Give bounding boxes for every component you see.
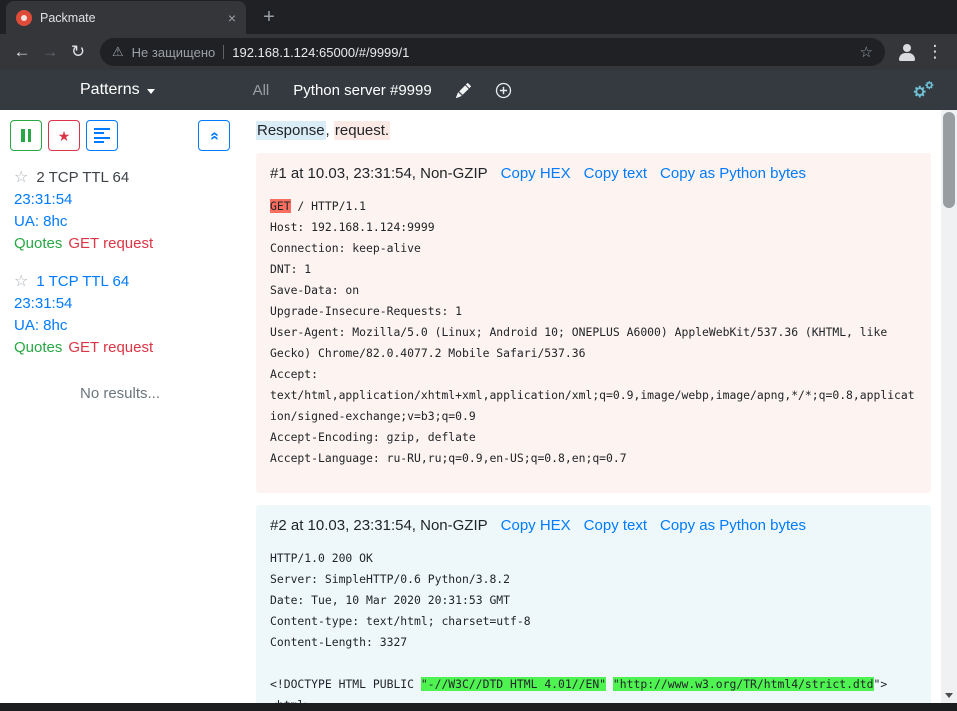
- capture-user-agent-link[interactable]: UA: 8hc: [14, 211, 226, 233]
- not-secure-warning-icon[interactable]: ⚠: [112, 44, 124, 60]
- pause-capture-button[interactable]: [10, 120, 42, 151]
- scrollbar-thumb[interactable]: [943, 112, 955, 208]
- legend: Response, request.: [256, 120, 931, 141]
- favorites-filter-button[interactable]: ★: [48, 120, 80, 151]
- capture-time-link[interactable]: 23:31:54: [14, 293, 226, 315]
- triangle-down-icon: [945, 693, 953, 698]
- browser-window: Packmate × + ← → ↻ ⚠ Не защищено 192.168…: [0, 0, 957, 711]
- no-results-label: No results...: [0, 385, 240, 402]
- tab-all-services[interactable]: All: [253, 82, 270, 99]
- browser-toolbar: ← → ↻ ⚠ Не защищено 192.168.1.124:65000/…: [0, 34, 957, 70]
- add-service-button[interactable]: [495, 82, 512, 99]
- profile-button[interactable]: [893, 38, 921, 66]
- copy-action-link[interactable]: Copy text: [584, 163, 647, 184]
- scroll-down-button[interactable]: [941, 687, 957, 703]
- settings-button[interactable]: [911, 80, 935, 100]
- forward-button[interactable]: →: [36, 38, 64, 66]
- patterns-dropdown[interactable]: Patterns: [80, 81, 155, 99]
- packet-body: HTTP/1.0 200 OK Server: SimpleHTTP/0.6 P…: [270, 548, 919, 703]
- app-navbar: Patterns All Python server #9999: [0, 70, 957, 110]
- capture-list-item[interactable]: ☆ 1 TCP TTL 6423:31:54UA: 8hc Quotes GET re…: [14, 271, 226, 359]
- copy-action-link[interactable]: Copy HEX: [501, 163, 571, 184]
- content-area: ★ » ☆2 TCP TTL 6423:31:54UA: 8hcQuotesGE…: [0, 110, 957, 703]
- settings-gears-icon: [911, 80, 935, 100]
- url-text[interactable]: 192.168.1.124:65000/#/9999/1: [232, 45, 851, 60]
- pause-icon: [21, 129, 31, 142]
- packet-head: #1 at 10.03, 23:31:54, Non-GZIP Copy HEX C…: [270, 163, 919, 184]
- list-icon: [94, 128, 110, 144]
- copy-action-link[interactable]: Copy as Python bytes: [660, 163, 806, 184]
- double-chevron-up-icon: »: [206, 131, 222, 140]
- service-tabs: All Python server #9999: [253, 82, 512, 99]
- packet-body: GET / HTTP/1.1 Host: 192.168.1.124:9999 …: [270, 196, 919, 469]
- tab-strip: Packmate × +: [0, 0, 957, 34]
- copy-action-link[interactable]: Copy HEX: [501, 515, 571, 536]
- pattern-tag: Quotes: [14, 235, 62, 252]
- legend-response: Response: [256, 121, 326, 140]
- address-bar[interactable]: ⚠ Не защищено 192.168.1.124:65000/#/9999…: [100, 38, 885, 66]
- sidebar: ★ » ☆2 TCP TTL 6423:31:54UA: 8hcQuotesGE…: [0, 110, 240, 703]
- packet-card-response: #2 at 10.03, 23:31:54, Non-GZIP Copy HEX C…: [256, 505, 931, 703]
- capture-title[interactable]: 2 TCP TTL 64: [36, 167, 129, 189]
- pattern-match-green: "http://www.w3.org/TR/html4/strict.dtd: [613, 677, 874, 691]
- not-secure-label[interactable]: Не защищено: [132, 45, 216, 60]
- collapse-sidebar-button[interactable]: »: [198, 120, 230, 151]
- pattern-tag: Quotes: [14, 339, 62, 356]
- star-icon: ★: [58, 129, 71, 143]
- back-button[interactable]: ←: [8, 38, 36, 66]
- capture-list: ☆2 TCP TTL 6423:31:54UA: 8hcQuotesGET re…: [0, 151, 240, 359]
- packet-card-request: #1 at 10.03, 23:31:54, Non-GZIP Copy HEX C…: [256, 153, 931, 493]
- capture-title-row: ☆ 1 TCP TTL 64: [14, 271, 226, 293]
- capture-user-agent-link[interactable]: UA: 8hc: [14, 315, 226, 337]
- packmate-favicon-icon: [16, 10, 32, 26]
- pattern-match-red: GET: [270, 199, 291, 213]
- favorite-toggle-star-icon[interactable]: ☆: [14, 274, 28, 290]
- tab-close-icon[interactable]: ×: [228, 11, 236, 25]
- tab-current-service[interactable]: Python server #9999: [293, 82, 431, 99]
- browser-tab[interactable]: Packmate ×: [6, 1, 246, 34]
- scrollbar[interactable]: [941, 110, 957, 703]
- tab-title: Packmate: [40, 11, 220, 25]
- copy-action-link[interactable]: Copy as Python bytes: [660, 515, 806, 536]
- avatar-icon: [897, 42, 917, 62]
- packet-view: Response, request. #1 at 10.03, 23:31:54…: [240, 110, 941, 703]
- pattern-tag: GET request: [68, 339, 153, 356]
- new-tab-button[interactable]: +: [254, 2, 284, 32]
- reload-button[interactable]: ↻: [64, 38, 92, 66]
- bookmark-star-icon[interactable]: ☆: [860, 43, 873, 61]
- packet-list: #1 at 10.03, 23:31:54, Non-GZIP Copy HEX C…: [256, 153, 931, 703]
- legend-separator: ,: [326, 122, 334, 139]
- packet-header-label: #1 at 10.03, 23:31:54, Non-GZIP: [270, 163, 488, 184]
- list-view-button[interactable]: [86, 120, 118, 151]
- capture-pattern-tags: Quotes GET request: [14, 337, 226, 359]
- packet-header-label: #2 at 10.03, 23:31:54, Non-GZIP: [270, 515, 488, 536]
- capture-title-row: ☆ 2 TCP TTL 64: [14, 167, 226, 189]
- edit-service-button[interactable]: [456, 83, 471, 98]
- patterns-label: Patterns: [80, 81, 140, 99]
- favorite-toggle-star-icon[interactable]: ☆: [14, 170, 28, 186]
- sidebar-toolbar: ★ »: [0, 120, 240, 151]
- pattern-tag: GET request: [68, 235, 153, 252]
- pencil-icon: [456, 83, 471, 98]
- capture-time-link[interactable]: 23:31:54: [14, 189, 226, 211]
- packet-head: #2 at 10.03, 23:31:54, Non-GZIP Copy HEX C…: [270, 515, 919, 536]
- legend-request: request.: [334, 121, 390, 140]
- capture-pattern-tags: Quotes GET request: [14, 233, 226, 255]
- pattern-match-green: "-//W3C//DTD HTML 4.01//EN": [421, 677, 606, 691]
- omnibox-divider: [223, 45, 224, 59]
- plus-circle-icon: [495, 82, 512, 99]
- window-bottom-edge: [0, 703, 957, 711]
- capture-list-item[interactable]: ☆ 2 TCP TTL 6423:31:54UA: 8hc Quotes GET re…: [14, 167, 226, 255]
- browser-menu-icon[interactable]: ⋮: [921, 38, 949, 66]
- copy-action-link[interactable]: Copy text: [584, 515, 647, 536]
- caret-down-icon: [147, 89, 155, 94]
- capture-title[interactable]: 1 TCP TTL 64: [36, 271, 129, 293]
